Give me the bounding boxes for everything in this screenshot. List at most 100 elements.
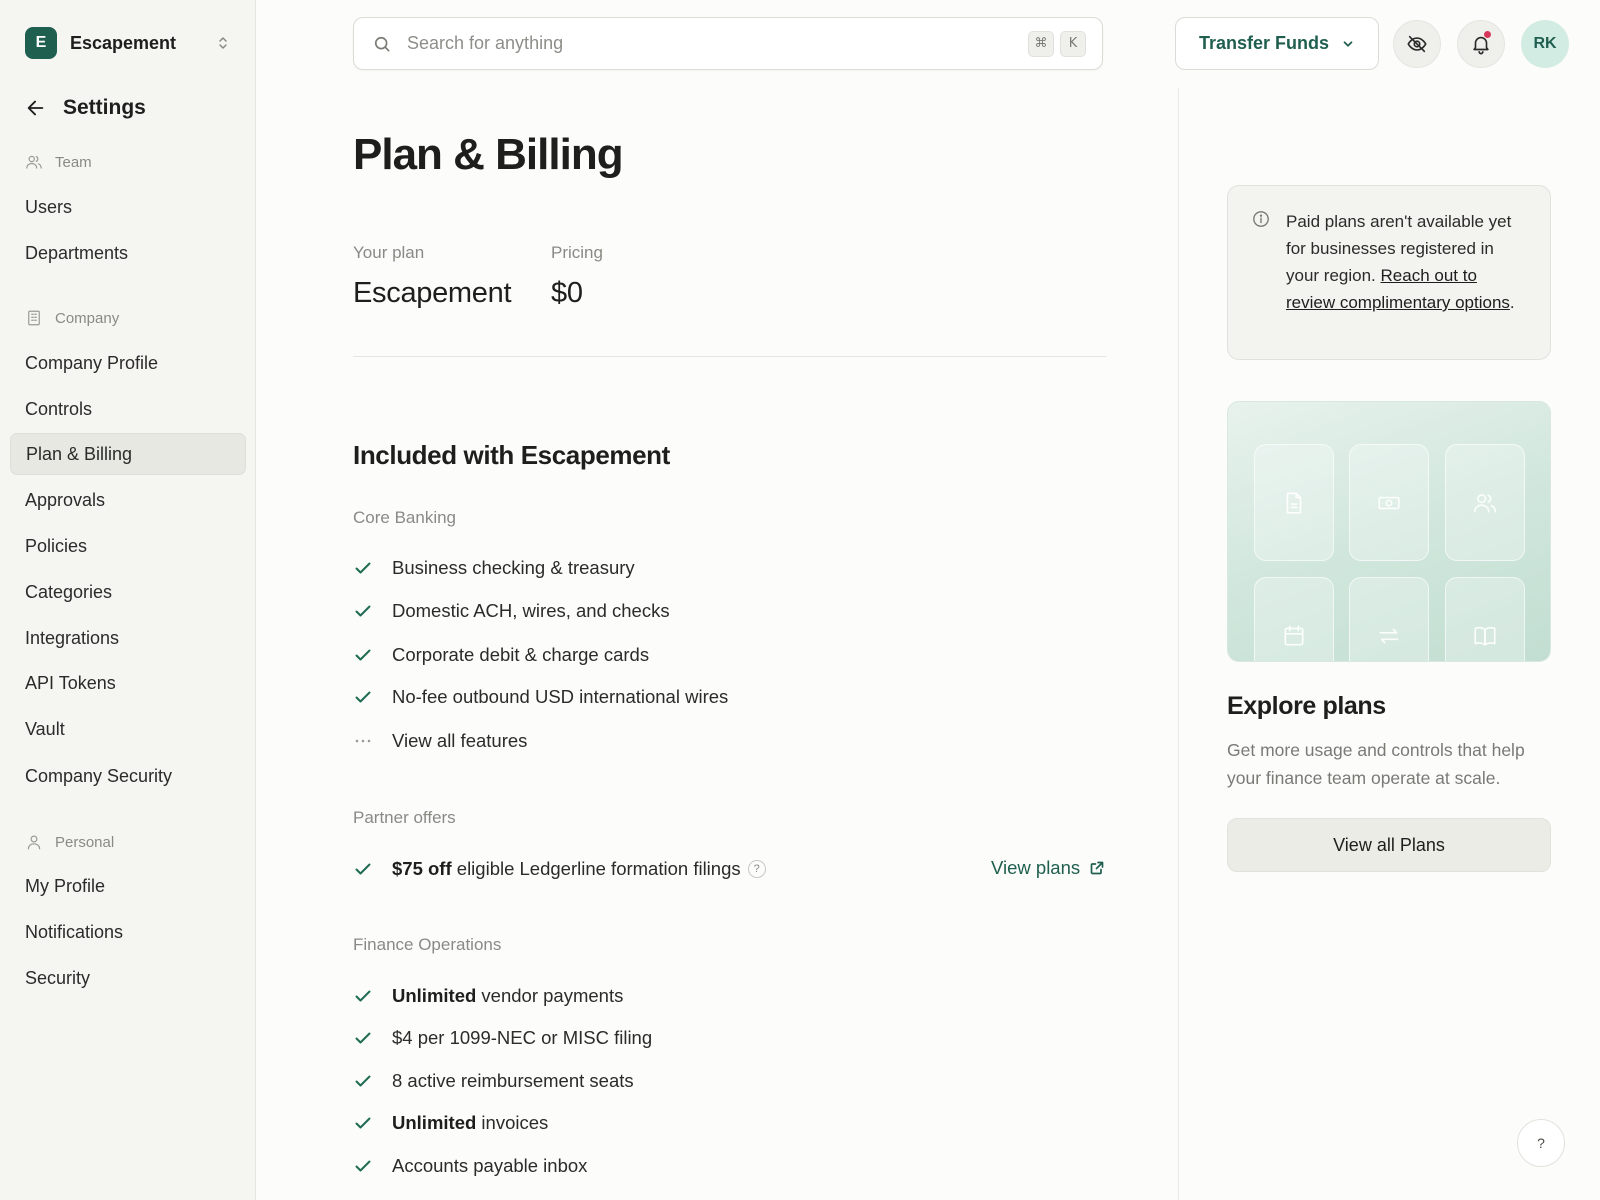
your-plan-label: Your plan bbox=[353, 243, 425, 262]
building-icon bbox=[28, 310, 40, 326]
sidebar-item-company-profile[interactable]: Company Profile bbox=[10, 342, 246, 384]
finance-operations-label: Finance Operations bbox=[353, 935, 502, 954]
search-input[interactable] bbox=[407, 33, 1022, 54]
check-icon bbox=[355, 605, 371, 617]
feature-text: $4 per 1099-NEC or MISC filing bbox=[392, 1027, 653, 1048]
included-title: Included with Escapement bbox=[353, 440, 670, 470]
section-team-label: Team bbox=[55, 153, 92, 171]
section-company-label: Company bbox=[55, 309, 120, 327]
sidebar-item-controls[interactable]: Controls bbox=[10, 388, 246, 430]
feature-item: Corporate debit & charge cards bbox=[353, 644, 649, 666]
feature-item: Unlimited vendor payments bbox=[353, 985, 623, 1007]
section-team: Team bbox=[25, 153, 92, 171]
book-icon bbox=[1474, 626, 1496, 645]
section-personal: Personal bbox=[25, 833, 114, 851]
feature-item: Business checking & treasury bbox=[353, 557, 635, 579]
settings-header: Settings bbox=[25, 96, 146, 120]
explore-plans-description: Get more usage and controls that help yo… bbox=[1227, 740, 1525, 788]
feature-text: No-fee outbound USD international wires bbox=[392, 686, 729, 707]
search-icon bbox=[374, 36, 390, 52]
person-icon bbox=[27, 835, 41, 850]
view-all-features-link[interactable]: View all features bbox=[353, 730, 527, 752]
more-horizontal-icon bbox=[355, 739, 371, 743]
org-logo: E bbox=[25, 27, 57, 59]
sidebar-item-approvals[interactable]: Approvals bbox=[10, 479, 246, 521]
feature-text: vendor payments bbox=[481, 985, 624, 1006]
feature-text: Business checking & treasury bbox=[392, 557, 635, 578]
sidebar-item-users[interactable]: Users bbox=[10, 186, 246, 228]
feature-text: 8 active reimbursement seats bbox=[392, 1070, 634, 1091]
calendar-icon bbox=[1284, 624, 1304, 645]
transfer-funds-label: Transfer Funds bbox=[1198, 33, 1330, 53]
partner-offer-item: $75 off eligible Ledgerline formation fi… bbox=[353, 858, 766, 880]
your-plan-value: Escapement bbox=[353, 277, 512, 309]
sidebar-item-integrations[interactable]: Integrations bbox=[10, 617, 246, 659]
feature-item: $4 per 1099-NEC or MISC filing bbox=[353, 1027, 652, 1049]
feature-bold: Unlimited bbox=[392, 985, 477, 1006]
sidebar-item-security[interactable]: Security bbox=[10, 957, 246, 999]
section-company: Company bbox=[25, 309, 119, 327]
sidebar-item-my-profile[interactable]: My Profile bbox=[10, 865, 246, 907]
check-icon bbox=[355, 863, 371, 875]
chevron-updown-icon bbox=[219, 37, 227, 49]
feature-item: 8 active reimbursement seats bbox=[353, 1070, 634, 1092]
sidebar-item-policies[interactable]: Policies bbox=[10, 525, 246, 567]
check-icon bbox=[355, 649, 371, 661]
avatar[interactable]: RK bbox=[1521, 20, 1569, 68]
shortcut-k-key: K bbox=[1060, 30, 1086, 57]
settings-title: Settings bbox=[63, 96, 146, 119]
sidebar-item-departments[interactable]: Departments bbox=[10, 232, 246, 274]
view-plans-link[interactable]: View plans bbox=[991, 857, 1105, 879]
chevron-down-icon bbox=[1343, 40, 1353, 47]
core-banking-label: Core Banking bbox=[353, 508, 457, 527]
sidebar-item-categories[interactable]: Categories bbox=[10, 571, 246, 613]
info-icon bbox=[1253, 211, 1269, 227]
view-all-features-label: View all features bbox=[392, 730, 528, 751]
help-icon[interactable]: ? bbox=[747, 860, 766, 878]
users-icon bbox=[26, 155, 42, 169]
feature-bold: Unlimited bbox=[392, 1112, 477, 1133]
feature-text: invoices bbox=[481, 1112, 549, 1133]
check-icon bbox=[355, 691, 371, 703]
notice-end: . bbox=[1509, 293, 1515, 312]
view-all-plans-button[interactable]: View all Plans bbox=[1227, 818, 1551, 872]
check-icon bbox=[355, 1117, 371, 1129]
sidebar-item-api-tokens[interactable]: API Tokens bbox=[10, 662, 246, 704]
transfer-funds-button[interactable]: Transfer Funds bbox=[1175, 17, 1379, 70]
document-icon bbox=[1286, 491, 1302, 514]
check-icon bbox=[355, 562, 371, 574]
illustration-tile bbox=[1445, 444, 1525, 561]
sidebar-item-company-security[interactable]: Company Security bbox=[10, 755, 246, 797]
users-icon bbox=[1473, 493, 1497, 512]
illustration-tile bbox=[1445, 577, 1525, 661]
check-icon bbox=[355, 1032, 371, 1044]
plans-illustration bbox=[1227, 401, 1551, 662]
view-plans-label: View plans bbox=[991, 857, 1081, 878]
sidebar-item-plan-billing[interactable]: Plan & Billing bbox=[10, 433, 246, 475]
section-divider bbox=[353, 356, 1106, 357]
org-name: Escapement bbox=[70, 32, 177, 53]
feature-text: Corporate debit & charge cards bbox=[392, 644, 650, 665]
feature-text: Domestic ACH, wires, and checks bbox=[392, 600, 670, 621]
external-link-icon bbox=[1090, 861, 1104, 875]
hide-balances-button[interactable] bbox=[1393, 20, 1441, 68]
search-bar[interactable]: ⌘ K bbox=[353, 17, 1103, 70]
sidebar: E Escapement Settings Team Users Departm… bbox=[0, 0, 256, 1200]
explore-plans-title: Explore plans bbox=[1227, 692, 1386, 720]
feature-item: Domestic ACH, wires, and checks bbox=[353, 600, 670, 622]
feature-item: No-fee outbound USD international wires bbox=[353, 686, 728, 708]
arrow-left-icon[interactable] bbox=[25, 97, 47, 119]
notifications-button[interactable] bbox=[1457, 20, 1505, 68]
help-button[interactable]: ? bbox=[1517, 1119, 1565, 1167]
partner-offer-text: eligible Ledgerline formation filings bbox=[456, 858, 741, 879]
sidebar-item-vault[interactable]: Vault bbox=[10, 708, 246, 750]
notification-badge bbox=[1483, 30, 1492, 39]
feature-text: Accounts payable inbox bbox=[392, 1155, 588, 1176]
sidebar-item-notifications[interactable]: Notifications bbox=[10, 911, 246, 953]
eye-off-icon bbox=[1407, 35, 1427, 53]
org-switcher[interactable]: E Escapement bbox=[25, 26, 231, 60]
section-personal-label: Personal bbox=[55, 833, 115, 851]
panel-divider bbox=[1178, 88, 1179, 1200]
partner-offer-amount: $75 off bbox=[392, 858, 452, 879]
illustration-tile bbox=[1254, 577, 1334, 661]
